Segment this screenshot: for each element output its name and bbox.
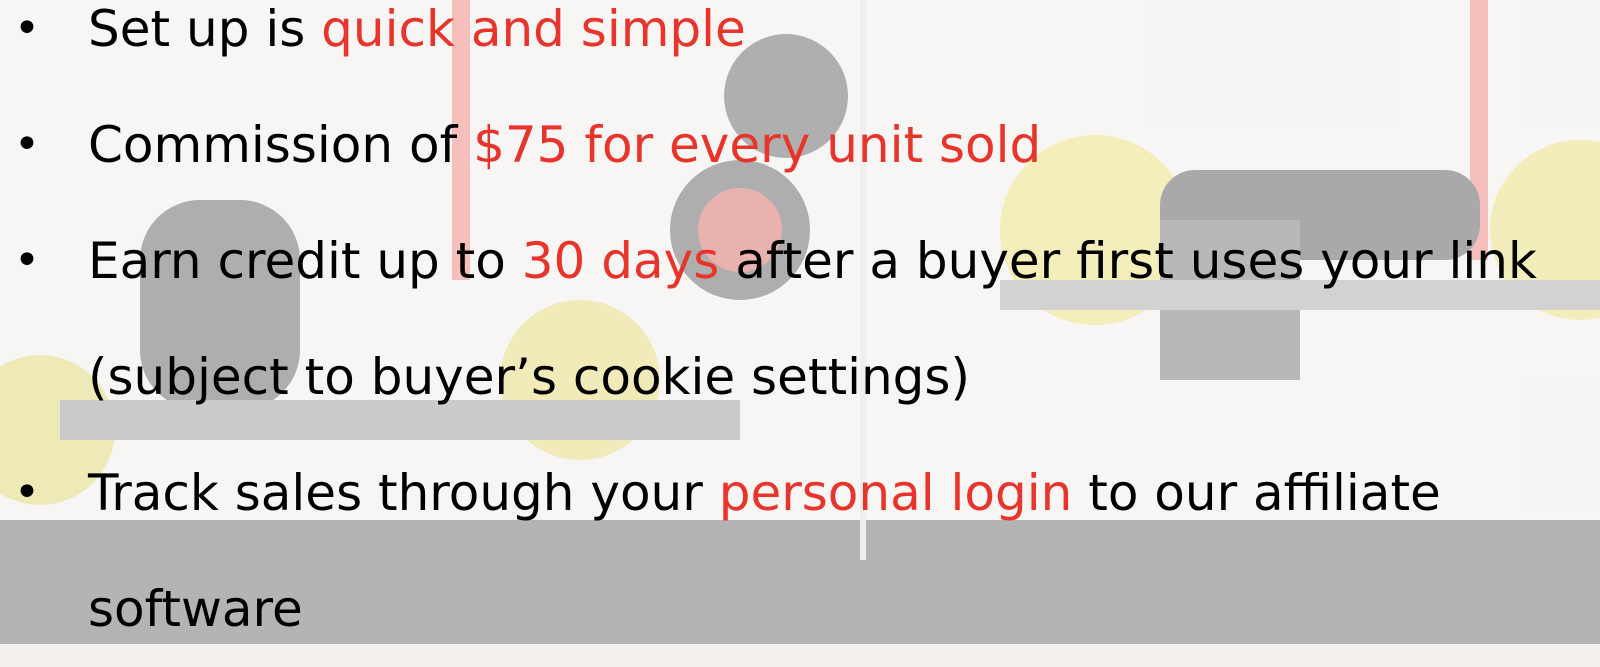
bullet-line: (subject to buyer’s cookie settings) <box>88 319 1588 435</box>
bullet-item: • Earn credit up to 30 days after a buyer… <box>0 203 1588 435</box>
highlighted-text: quick and simple <box>321 0 746 58</box>
bullet-text: after a buyer first uses your link <box>719 232 1537 290</box>
bullet-item: • Set up is quick and simple <box>0 0 1588 87</box>
bullet-item: • Commission of $75 for every unit sold <box>0 87 1588 203</box>
bullet-dot-icon: • <box>14 235 40 286</box>
bullet-line: Set up is quick and simple <box>88 0 1588 87</box>
highlighted-text: 30 days <box>521 232 720 290</box>
highlighted-text: $75 for every unit sold <box>473 116 1042 174</box>
bullet-text: Set up is <box>88 0 322 58</box>
bullet-text: Earn credit up to <box>88 232 522 290</box>
bullet-text: Commission of <box>88 116 474 174</box>
bullet-line: Commission of $75 for every unit sold <box>88 87 1588 203</box>
bullet-text: to our affiliate <box>1072 464 1441 522</box>
bullet-list: • Set up is quick and simple • Commission o… <box>0 0 1600 667</box>
bullet-text: software <box>88 580 303 638</box>
bullet-line: software <box>88 551 1588 667</box>
highlighted-text: personal login <box>718 464 1073 522</box>
bullet-dot-icon: • <box>14 467 40 518</box>
bullet-text: Track sales through your <box>88 464 719 522</box>
bullet-line: Track sales through your personal login … <box>88 435 1588 551</box>
bullet-text: (subject to buyer’s cookie settings) <box>88 348 970 406</box>
bullet-dot-icon: • <box>14 3 40 54</box>
bullet-dot-icon: • <box>14 119 40 170</box>
bullet-item: • Track sales through your personal login… <box>0 435 1588 667</box>
bullet-line: Earn credit up to 30 days after a buyer … <box>88 203 1588 319</box>
